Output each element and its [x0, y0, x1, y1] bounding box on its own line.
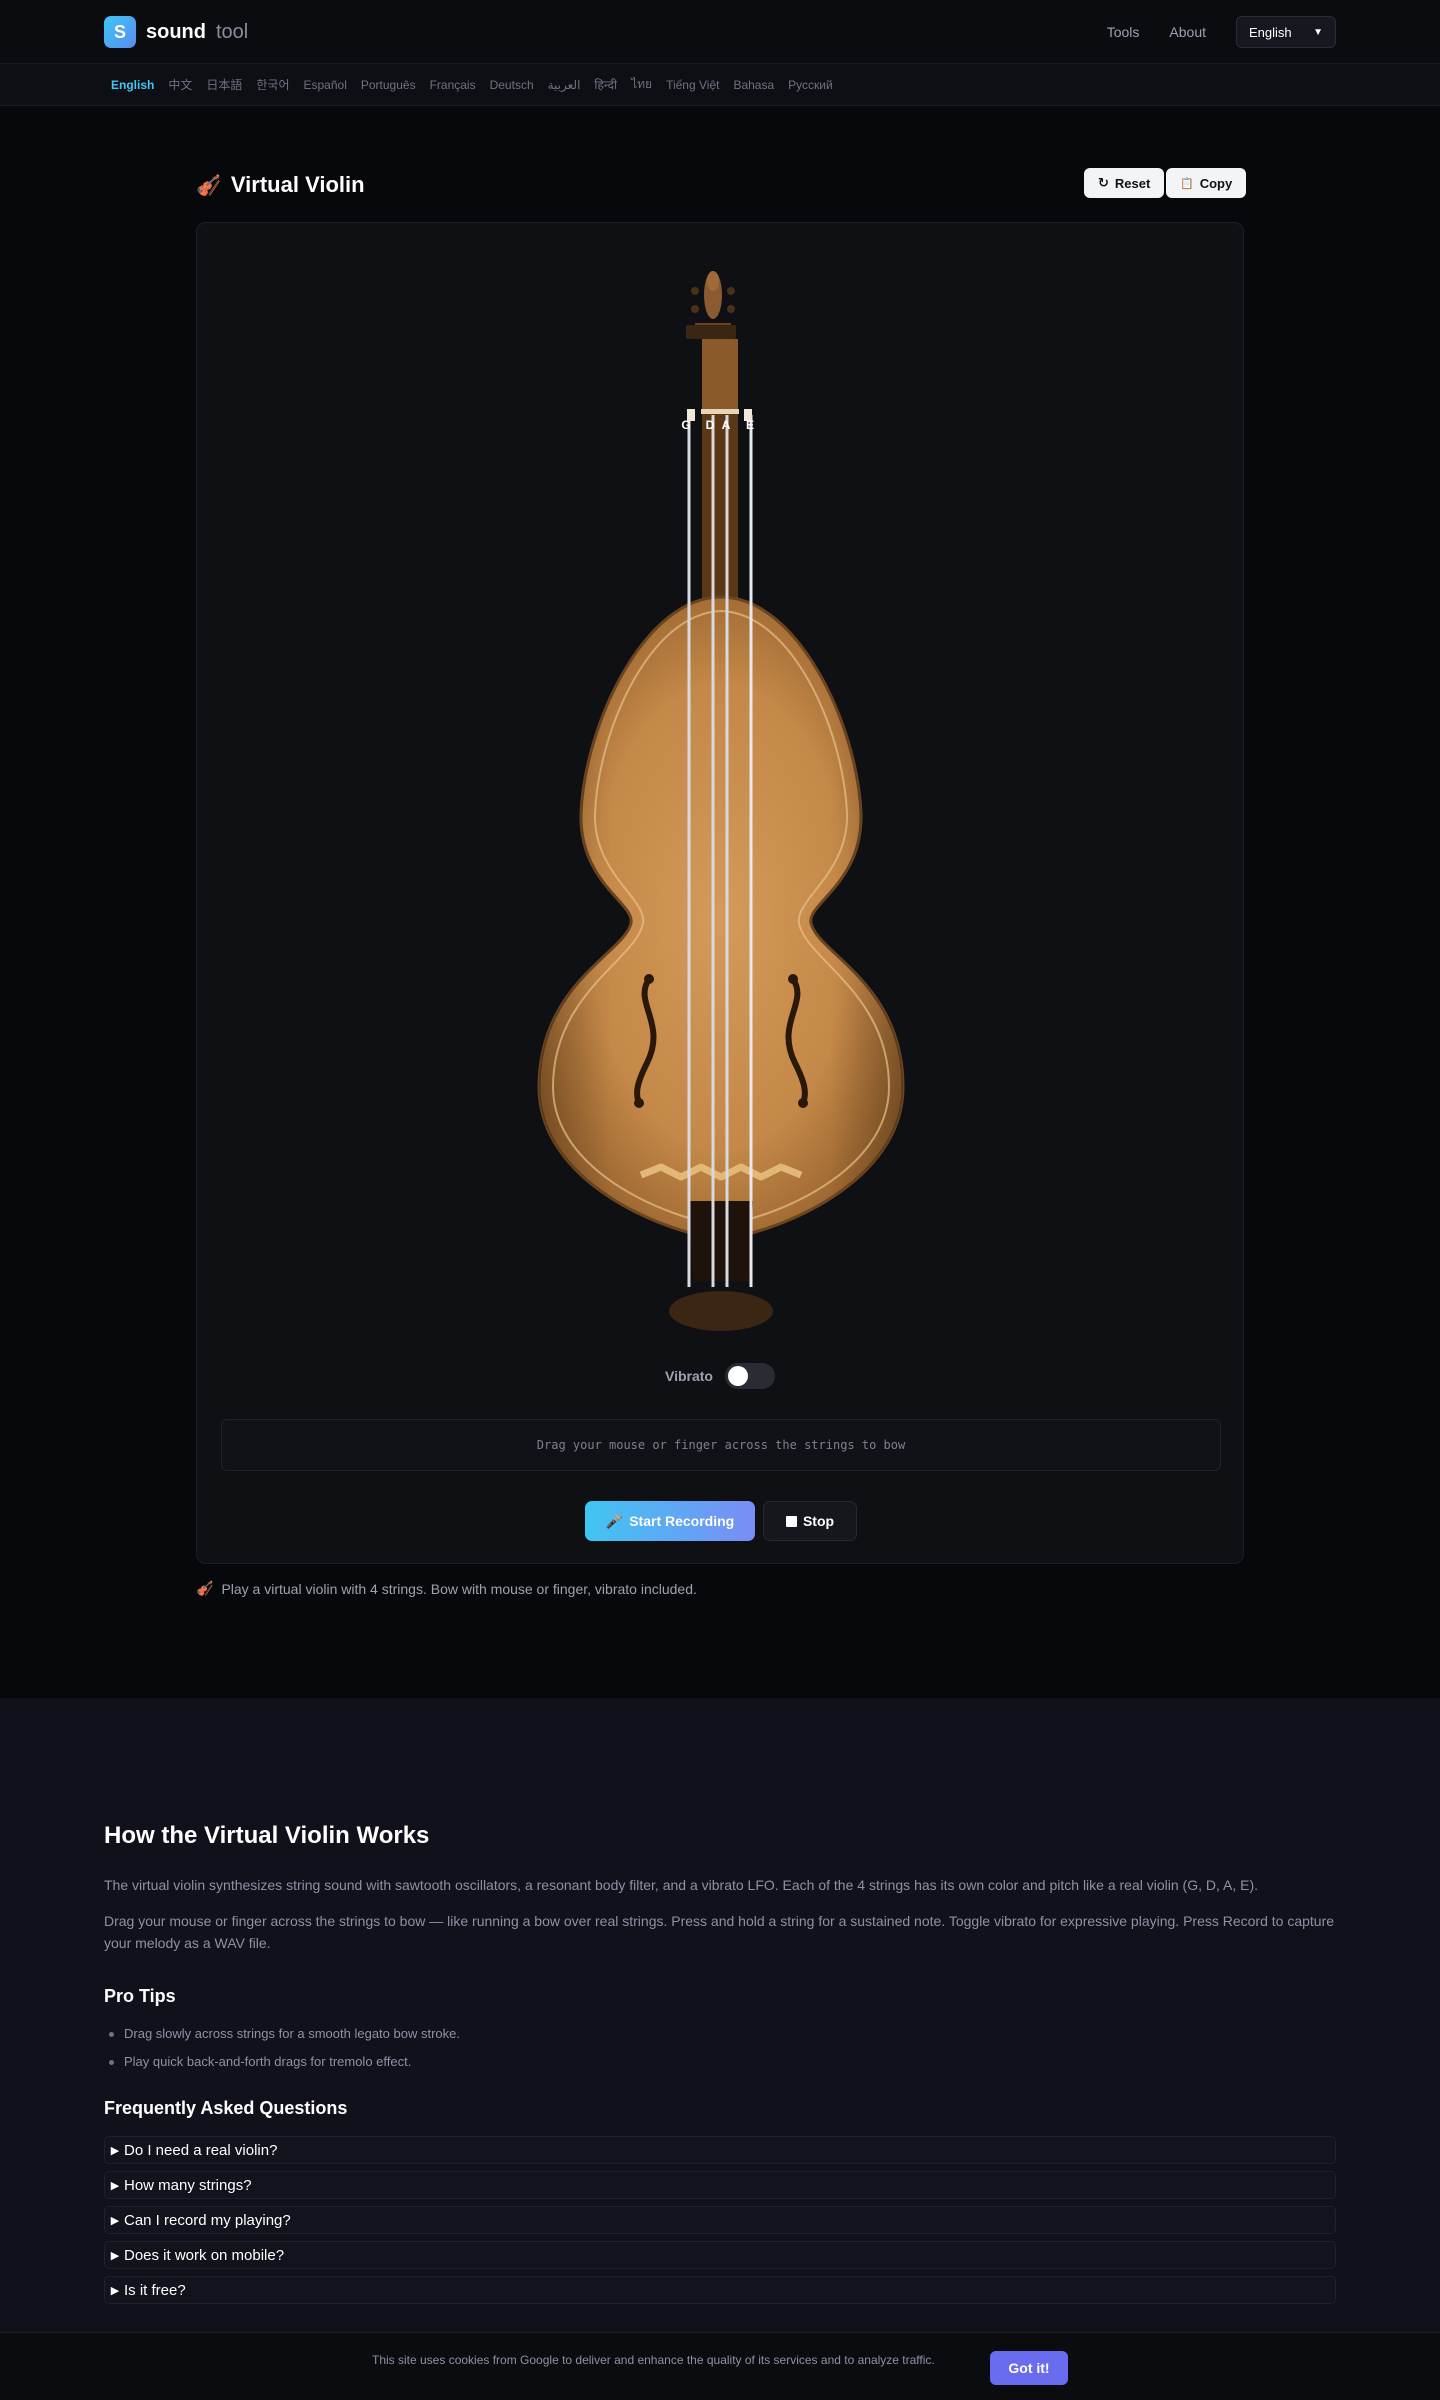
language-select[interactable]: English ▼	[1236, 16, 1336, 48]
lang-link-german[interactable]: Deutsch	[490, 78, 534, 92]
lang-link-english[interactable]: English	[111, 78, 154, 92]
site-logo[interactable]: S sound tool	[104, 16, 248, 48]
string-label-a: A	[722, 418, 731, 432]
clipboard-icon: 📋	[1180, 177, 1194, 190]
main-nav: Tools About English ▼	[1107, 16, 1336, 48]
caret-right-icon: ▶	[110, 2249, 120, 2262]
caret-right-icon: ▶	[110, 2214, 120, 2227]
lang-link-arabic[interactable]: العربية	[548, 78, 581, 92]
logo-word-secondary: tool	[216, 20, 249, 43]
start-recording-button[interactable]: 🎤 Start Recording	[585, 1501, 755, 1541]
description-paragraph-1: The virtual violin synthesizes string so…	[104, 1877, 1258, 1893]
tool-title-text: Virtual Violin	[230, 172, 365, 197]
logo-badge: S	[104, 16, 136, 48]
refresh-icon: ↻	[1098, 175, 1109, 190]
faq-question: Can I record my playing?	[124, 2211, 291, 2229]
tool-title: 🎻 Virtual Violin	[196, 172, 365, 198]
violin-neck	[702, 339, 738, 409]
caret-right-icon: ▶	[110, 2284, 120, 2297]
language-select-value: English	[1249, 24, 1292, 40]
faq-question: Is it free?	[124, 2281, 186, 2299]
stop-label: Stop	[802, 1513, 835, 1529]
lang-link-korean[interactable]: 한국어	[256, 76, 289, 93]
vibrato-label: Vibrato	[665, 1368, 713, 1384]
faq-item[interactable]: ▶ Do I need a real violin?	[104, 2136, 1336, 2164]
logo-word: sound	[146, 20, 206, 43]
caret-right-icon: ▶	[110, 2144, 120, 2157]
faq-item[interactable]: ▶ How many strings?	[104, 2171, 1336, 2199]
lang-link-vietnamese[interactable]: Tiếng Việt	[666, 78, 719, 92]
lang-link-portuguese[interactable]: Português	[361, 78, 416, 92]
lang-link-bahasa[interactable]: Bahasa	[733, 78, 774, 92]
lang-link-russian[interactable]: Русский	[788, 78, 833, 92]
tip-item: Play quick back-and-forth drags for trem…	[109, 2048, 460, 2076]
nav-about-link[interactable]: About	[1169, 24, 1206, 40]
string-label-e: E	[746, 418, 754, 432]
cookie-accept-button[interactable]: Got it!	[990, 2351, 1068, 2385]
start-recording-label: Start Recording	[629, 1513, 735, 1529]
reset-label: Reset	[1114, 175, 1151, 191]
reset-button[interactable]: ↻ Reset	[1084, 168, 1165, 198]
section-title: How the Virtual Violin Works	[104, 1822, 430, 1849]
lang-link-spanish[interactable]: Español	[304, 78, 347, 92]
tool-header: 🎻 Virtual Violin ↻ Reset 📋 Copy	[196, 168, 1247, 202]
faq-heading: Frequently Asked Questions	[104, 2098, 348, 2118]
nav-tools-link[interactable]: Tools	[1107, 24, 1140, 40]
tool-tagline: 🎻 Play a virtual violin with 4 strings. …	[196, 1580, 697, 1597]
violin-icon: 🎻	[196, 174, 221, 197]
faq-question: How many strings?	[124, 2176, 252, 2194]
violin-chinrest	[669, 1291, 773, 1331]
pro-tips-list: Drag slowly across strings for a smooth …	[109, 2020, 460, 2076]
copy-label: Copy	[1199, 175, 1233, 191]
toggle-knob	[727, 1366, 748, 1386]
lang-link-thai[interactable]: ไทย	[631, 75, 652, 94]
lang-link-chinese[interactable]: 中文	[168, 76, 192, 93]
description-paragraph-2: Drag your mouse or finger across the str…	[104, 1913, 1335, 1951]
tagline-text: Play a virtual violin with 4 strings. Bo…	[221, 1580, 697, 1597]
top-header: S sound tool Tools About English ▼	[0, 0, 1440, 64]
stop-button[interactable]: Stop	[763, 1501, 857, 1541]
faq-question: Do I need a real violin?	[124, 2141, 278, 2159]
info-section: How the Virtual Violin Works The virtual…	[0, 1698, 1440, 2338]
stop-icon	[785, 1515, 797, 1527]
string-label-g: G	[681, 418, 690, 432]
microphone-icon: 🎤	[605, 1512, 624, 1529]
faq-item[interactable]: ▶ Is it free?	[104, 2276, 1336, 2304]
violin-body	[537, 595, 905, 1281]
violin-nut	[701, 409, 739, 414]
chevron-down-icon: ▼	[1313, 26, 1323, 38]
faq-list: ▶ Do I need a real violin? ▶ How many st…	[104, 2136, 1336, 2311]
violin-scroll	[686, 271, 736, 339]
vibrato-control: Vibrato	[665, 1363, 775, 1389]
violin-icon: 🎻	[196, 1580, 214, 1596]
faq-item[interactable]: ▶ Can I record my playing?	[104, 2206, 1336, 2234]
cookie-text: This site uses cookies from Google to de…	[372, 2353, 935, 2367]
lang-link-french[interactable]: Français	[430, 78, 476, 92]
violin-canvas[interactable]: G D A E	[197, 223, 1245, 1343]
vibrato-toggle[interactable]	[724, 1363, 775, 1389]
language-bar: English 中文 日本語 한국어 Español Português Fra…	[0, 64, 1440, 106]
violin-card: G D A E Vibrato Drag your mouse or finge…	[196, 222, 1244, 1564]
bow-hint: Drag your mouse or finger across the str…	[221, 1419, 1221, 1471]
faq-item[interactable]: ▶ Does it work on mobile?	[104, 2241, 1336, 2269]
tip-item: Drag slowly across strings for a smooth …	[109, 2020, 460, 2048]
copy-button[interactable]: 📋 Copy	[1166, 168, 1247, 198]
caret-right-icon: ▶	[110, 2179, 120, 2192]
cookie-banner: This site uses cookies from Google to de…	[0, 2332, 1440, 2400]
faq-question: Does it work on mobile?	[124, 2246, 285, 2264]
lang-link-japanese[interactable]: 日本語	[206, 76, 242, 93]
string-label-d: D	[706, 418, 715, 432]
pro-tips-heading: Pro Tips	[104, 1986, 176, 2006]
lang-link-hindi[interactable]: हिन्दी	[594, 76, 617, 93]
